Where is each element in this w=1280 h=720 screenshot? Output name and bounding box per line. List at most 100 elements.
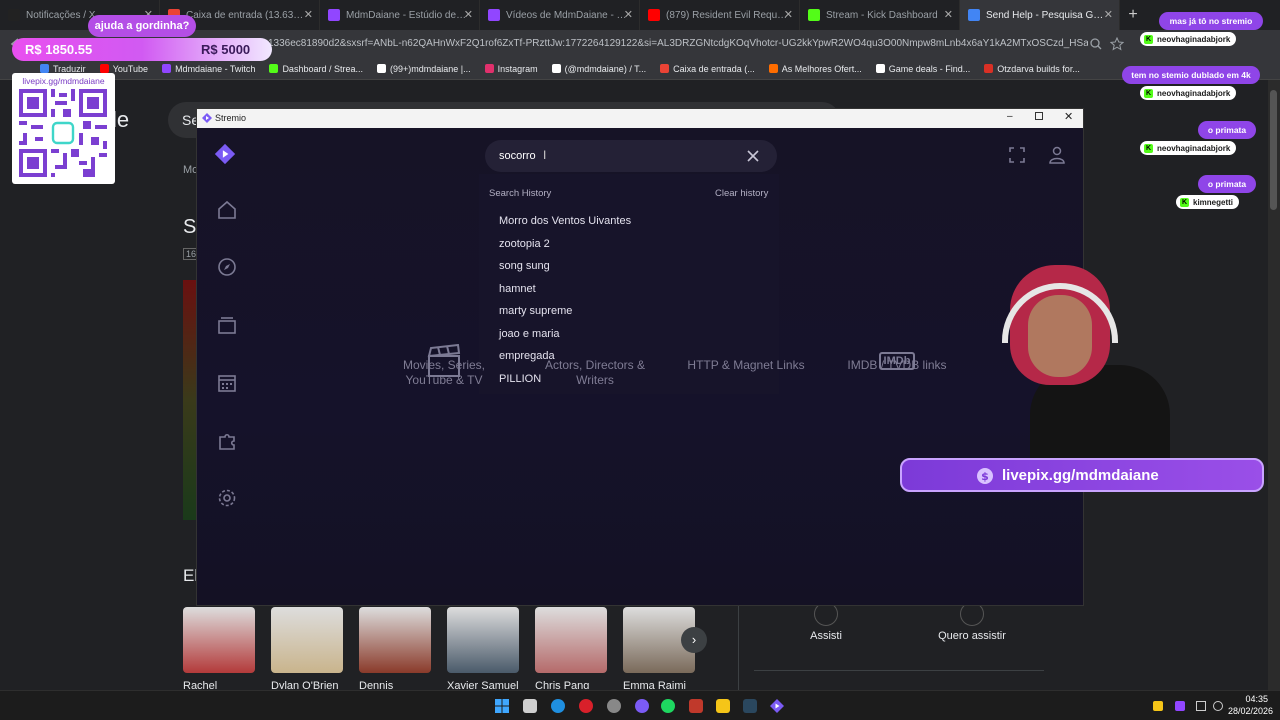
divider bbox=[754, 670, 1044, 671]
feature-actors-label: Actors, Directors & Writers bbox=[544, 358, 646, 387]
stremio-taskbar-icon[interactable] bbox=[770, 699, 784, 713]
windows-start-icon[interactable] bbox=[495, 699, 509, 713]
opera-icon[interactable] bbox=[579, 699, 593, 713]
history-item[interactable]: Morro dos Ventos Uivantes bbox=[499, 215, 631, 227]
clock-date: 28/02/2026 bbox=[1228, 706, 1274, 716]
clock[interactable]: 04:35 28/02/2026 bbox=[1228, 693, 1274, 717]
close-tab-icon[interactable]: ✕ bbox=[624, 8, 633, 21]
qr-label: livepix.gg/mdmdaiane bbox=[22, 76, 105, 86]
minimize-button[interactable]: – bbox=[1007, 111, 1013, 122]
svg-text:$: $ bbox=[981, 470, 989, 483]
quero-assistir-action[interactable]: Quero assistir bbox=[922, 602, 1022, 642]
tab-label: Caixa de entrada (13.633) - dan bbox=[186, 9, 308, 21]
bookmark-item[interactable]: (@mdmdaiane) / T... bbox=[551, 64, 646, 74]
bookmark-item[interactable]: Dashboard / Strea... bbox=[269, 64, 363, 74]
history-item[interactable]: joao e maria bbox=[499, 328, 560, 340]
quero-assistir-label: Quero assistir bbox=[938, 630, 1006, 642]
close-tab-icon[interactable]: ✕ bbox=[784, 8, 793, 21]
tab-favicon-icon bbox=[488, 9, 500, 21]
tab-favicon-icon bbox=[808, 9, 820, 21]
bookmark-item[interactable]: (99+)mdmdaiane |... bbox=[376, 64, 471, 74]
cast-card[interactable]: Dylan O'Brien bbox=[271, 607, 343, 689]
volume-icon[interactable] bbox=[1213, 701, 1223, 711]
task-view-icon[interactable] bbox=[523, 699, 537, 713]
bookmark-favicon-icon bbox=[99, 64, 109, 73]
close-tab-icon[interactable]: ✕ bbox=[304, 8, 313, 21]
discover-icon[interactable] bbox=[216, 256, 238, 278]
bookmark-item[interactable]: YouTube bbox=[99, 63, 149, 74]
clear-history-button[interactable]: Clear history bbox=[715, 188, 768, 199]
bookmark-favicon-icon bbox=[660, 64, 670, 73]
goal-progress-bar: R$ 1850.55 R$ 5000 bbox=[12, 38, 272, 61]
steam-icon[interactable] bbox=[743, 699, 757, 713]
browser-tab[interactable]: Send Help - Pesquisa Google ✕ bbox=[960, 0, 1120, 30]
tab-label: Vídeos de MdmDaiane - Twitch bbox=[506, 9, 628, 21]
fullscreen-icon[interactable] bbox=[1009, 147, 1025, 163]
bookmark-item[interactable]: Caixa de entrada (... bbox=[660, 64, 755, 74]
cast-name: Dennis bbox=[359, 680, 394, 689]
close-tab-icon[interactable]: ✕ bbox=[944, 8, 953, 21]
assisti-action[interactable]: Assisti bbox=[786, 602, 866, 642]
bookmark-favicon-icon bbox=[376, 64, 386, 73]
history-item[interactable]: song sung bbox=[499, 260, 550, 272]
home-icon[interactable] bbox=[216, 199, 238, 221]
close-window-button[interactable]: ✕ bbox=[1064, 110, 1073, 123]
addons-icon[interactable] bbox=[216, 430, 238, 452]
chrome-icon[interactable] bbox=[607, 699, 621, 713]
close-tab-icon[interactable]: ✕ bbox=[1104, 8, 1113, 21]
browser-tab[interactable]: Stream - Kick Dashboard ✕ bbox=[800, 0, 960, 30]
profile-icon[interactable] bbox=[1049, 146, 1065, 164]
spotify-icon[interactable] bbox=[661, 699, 675, 713]
library-icon[interactable] bbox=[216, 314, 238, 336]
cast-card[interactable]: Xavier Samuel bbox=[447, 607, 519, 689]
history-item[interactable]: hamnet bbox=[499, 283, 536, 295]
file-explorer-icon[interactable] bbox=[716, 699, 730, 713]
zoom-icon[interactable] bbox=[1090, 38, 1102, 50]
qr-card: livepix.gg/mdmdaiane bbox=[12, 73, 115, 184]
chat-username: Kneovhaginadabjork bbox=[1140, 86, 1237, 100]
new-tab-button[interactable]: + bbox=[1120, 0, 1146, 30]
browser-tab[interactable]: Vídeos de MdmDaiane - Twitch✕ bbox=[480, 0, 640, 30]
bookmark-item[interactable]: As Melhores Ofert... bbox=[768, 64, 862, 74]
network-icon[interactable] bbox=[1196, 701, 1206, 711]
settings-icon[interactable] bbox=[216, 487, 238, 509]
stremio-logo-icon[interactable] bbox=[214, 143, 236, 165]
scrollbar-thumb[interactable] bbox=[1270, 90, 1277, 210]
clear-search-icon[interactable] bbox=[747, 150, 759, 162]
bookmark-item[interactable]: Instagram bbox=[484, 64, 538, 74]
stremio-titlebar: Stremio – ✕ bbox=[197, 109, 1083, 128]
bookmark-star-icon[interactable] bbox=[1110, 37, 1124, 51]
calendar-icon[interactable] bbox=[216, 372, 238, 394]
poster-partial bbox=[183, 280, 197, 520]
cast-carousel: Rachel Dylan O'Brien Dennis Xavier Samuel Ch… bbox=[183, 607, 703, 689]
bookmark-label: YouTube bbox=[112, 63, 149, 74]
search-input[interactable] bbox=[499, 148, 739, 164]
cast-card[interactable]: Dennis bbox=[359, 607, 431, 689]
maximize-button[interactable] bbox=[1035, 112, 1043, 120]
history-item[interactable]: marty supreme bbox=[499, 305, 572, 317]
cast-card[interactable]: Chris Pang bbox=[535, 607, 607, 689]
bookmark-item[interactable]: Mdmdaiane - Twitch bbox=[162, 64, 255, 74]
edge-icon[interactable] bbox=[551, 699, 565, 713]
goal-current: R$ 1850.55 bbox=[25, 42, 93, 57]
voicemeeter-icon[interactable] bbox=[689, 699, 703, 713]
bookmark-label: Dashboard / Strea... bbox=[282, 63, 363, 74]
tray-icon[interactable] bbox=[1175, 701, 1185, 711]
bookmark-favicon-icon bbox=[984, 64, 994, 73]
chat-message: tem no stemio dublado em 4k bbox=[1122, 66, 1260, 84]
close-tab-icon[interactable]: ✕ bbox=[464, 8, 473, 21]
chat-username: Kkimnegetti bbox=[1176, 195, 1240, 209]
bookmark-item[interactable]: Traduzir bbox=[40, 64, 86, 74]
tray-icon[interactable] bbox=[1153, 701, 1163, 711]
carousel-next-button[interactable]: › bbox=[681, 627, 707, 653]
browser-tab[interactable]: MdmDaiane - Estúdio de Vídeo✕ bbox=[320, 0, 480, 30]
browser-tab[interactable]: (879) Resident Evil Requiem | Bi✕ bbox=[640, 0, 800, 30]
url-field[interactable]: 1336ec81890d2&sxsrf=ANbL-n62QAHnWxF2Q1ro… bbox=[268, 35, 1088, 53]
search-history-label: Search History bbox=[489, 188, 552, 199]
discord-icon[interactable] bbox=[635, 699, 649, 713]
bookmark-item[interactable]: Game deals - Find... bbox=[875, 64, 970, 74]
tab-label: MdmDaiane - Estúdio de Vídeo bbox=[346, 9, 468, 21]
cast-card[interactable]: Rachel bbox=[183, 607, 255, 689]
history-item[interactable]: zootopia 2 bbox=[499, 238, 550, 250]
bookmark-item[interactable]: Otzdarva builds for... bbox=[984, 64, 1080, 74]
